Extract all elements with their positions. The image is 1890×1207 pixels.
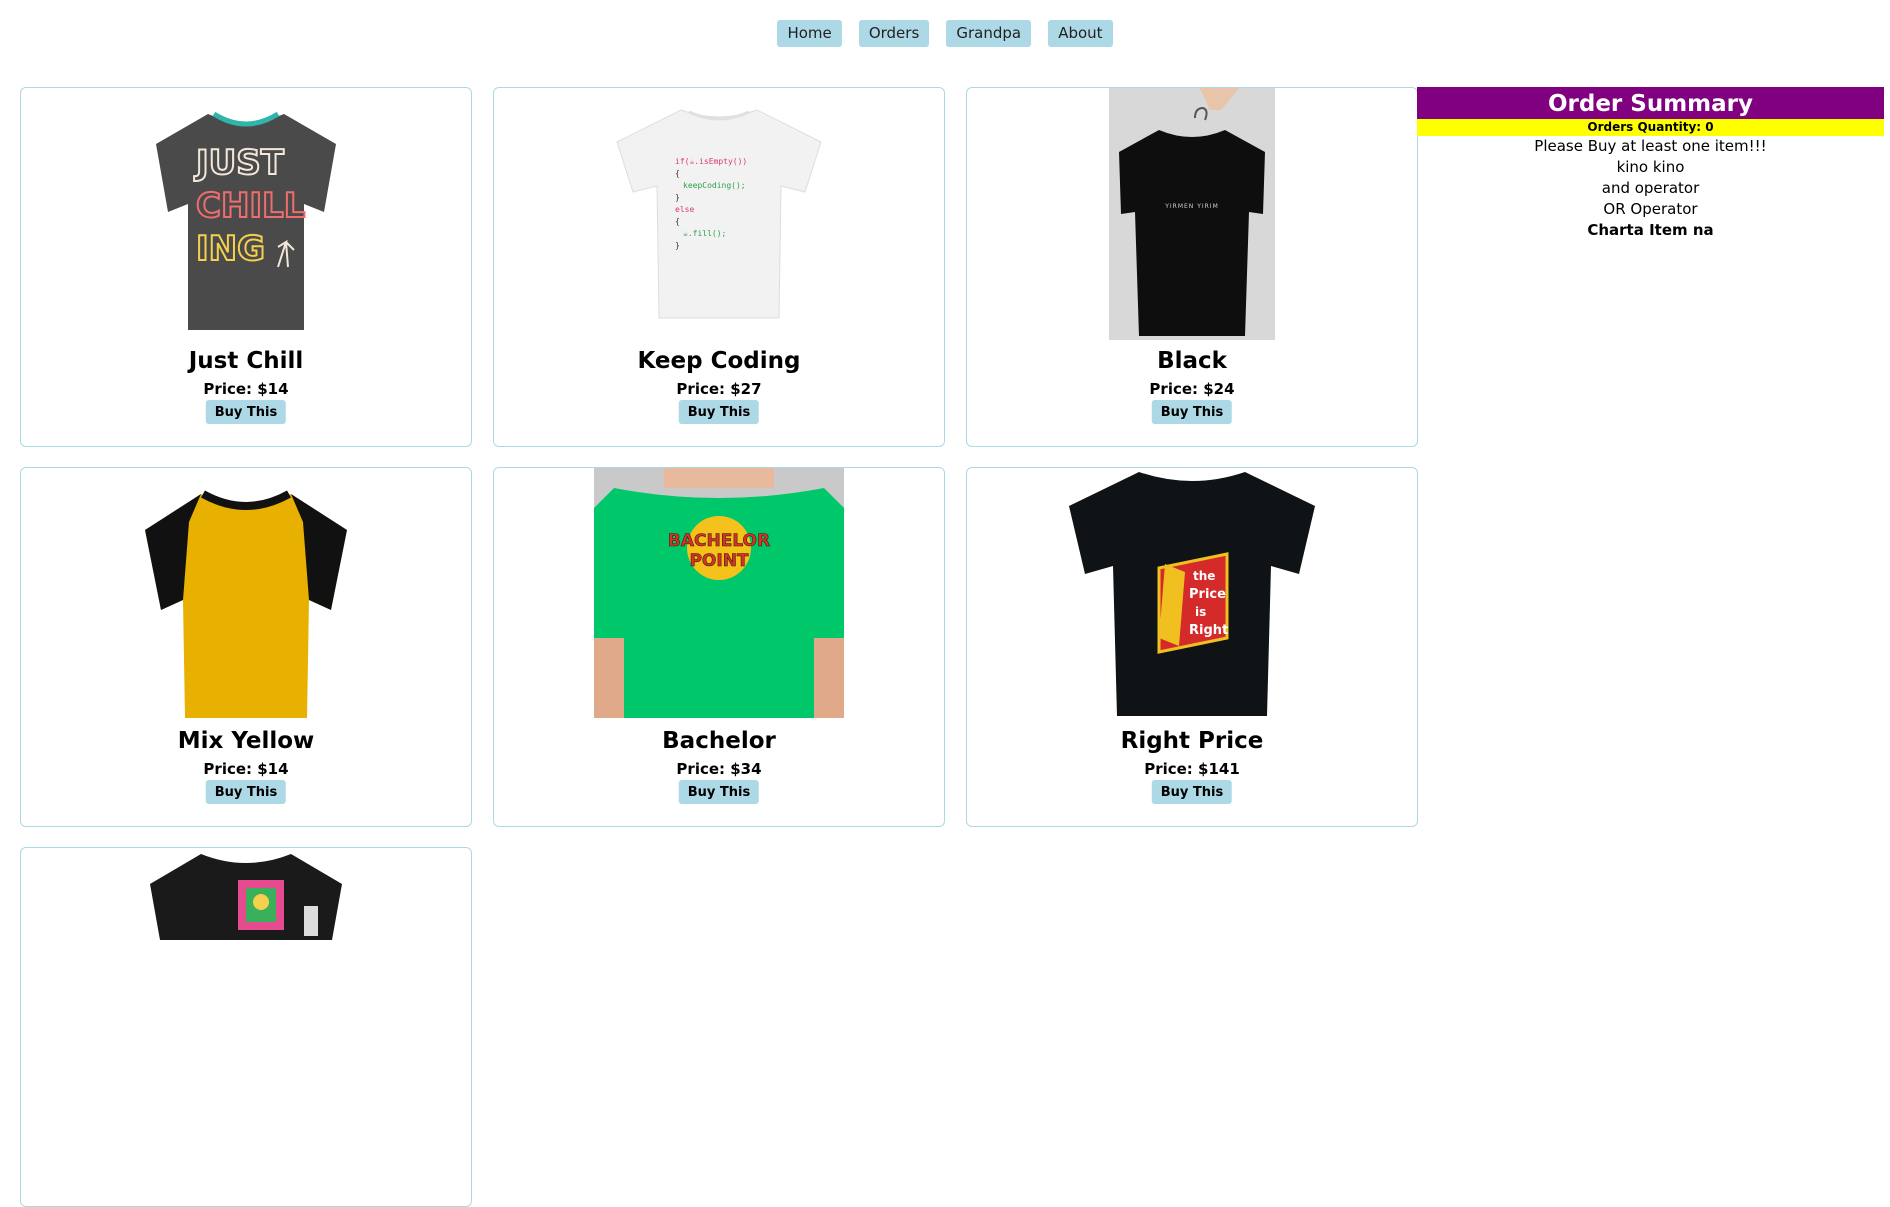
product-price: Price: $34 [676,760,762,778]
top-nav: Home Orders Grandpa About [0,20,1890,47]
product-price: Price: $141 [1144,760,1240,778]
product-image [21,848,471,1100]
buy-button[interactable]: Buy This [678,780,760,804]
summary-line: Please Buy at least one item!!! [1534,137,1767,155]
summary-line: kino kino [1616,158,1685,176]
product-title: Keep Coding [637,348,801,374]
svg-text:Right: Right [1189,623,1228,638]
svg-text:else: else [675,205,694,214]
product-title: Mix Yellow [177,728,315,754]
product-title: Bachelor [662,728,776,754]
product-card: Mix Yellow Price: $14 Buy This [20,467,472,827]
product-title: Right Price [1120,728,1264,754]
product-image: JUST CHILL ING [21,88,471,340]
product-image [21,468,471,720]
svg-text:}: } [675,193,680,202]
summary-line: OR Operator [1603,200,1698,218]
svg-text:{: { [675,169,680,178]
product-price: Price: $24 [1149,380,1235,398]
product-image: the Price is Right [967,468,1417,720]
svg-text:the: the [1193,569,1215,583]
orders-quantity: Orders Quantity: 0 [1417,119,1884,136]
product-price: Price: $27 [676,380,762,398]
buy-button[interactable]: Buy This [1151,780,1233,804]
summary-title: Order Summary [1417,87,1884,119]
svg-text:is: is [1195,605,1206,619]
buy-button[interactable]: Buy This [205,400,287,424]
nav-grandpa-button[interactable]: Grandpa [946,20,1032,47]
nav-orders-button[interactable]: Orders [858,20,930,47]
product-image: YIRMEN YIRIM [967,88,1417,340]
summary-line: and operator [1601,179,1700,197]
buy-button[interactable]: Buy This [1151,400,1233,424]
product-image: if(☕.isEmpty()) { keepCoding(); } else {… [494,88,944,340]
svg-text:POINT: POINT [689,551,748,571]
nav-about-button[interactable]: About [1048,20,1113,47]
svg-text:JUST: JUST [194,143,285,183]
product-title: Just Chill [188,348,304,374]
svg-text:}: } [675,241,680,250]
product-card: JUST CHILL ING Just Chill Price: $14 Buy… [20,87,472,447]
svg-text:BACHELOR: BACHELOR [668,531,770,551]
svg-text:keepCoding();: keepCoding(); [683,181,746,190]
svg-text:if(☕.isEmpty()): if(☕.isEmpty()) [675,157,747,166]
product-image: BACHELOR POINT [494,468,944,720]
svg-text:ING: ING [196,229,265,269]
svg-text:{: { [675,217,680,226]
svg-text:☕.fill();: ☕.fill(); [683,229,726,238]
product-card [20,847,472,1207]
summary-bold-line: Charta Item na [1587,221,1714,239]
product-price: Price: $14 [203,380,289,398]
product-card: if(☕.isEmpty()) { keepCoding(); } else {… [493,87,945,447]
product-card: YIRMEN YIRIM Black Price: $24 Buy This [966,87,1418,447]
buy-button[interactable]: Buy This [205,780,287,804]
nav-home-button[interactable]: Home [777,20,842,47]
product-card: the Price is Right Right Price Price: $1… [966,467,1418,827]
buy-button[interactable]: Buy This [678,400,760,424]
svg-text:Price: Price [1189,587,1226,602]
product-title: Black [1157,348,1227,374]
svg-text:YIRMEN YIRIM: YIRMEN YIRIM [1164,203,1219,210]
svg-text:CHILL: CHILL [196,186,305,226]
order-summary: Order Summary Orders Quantity: 0 Please … [1417,87,1884,241]
product-price: Price: $14 [203,760,289,778]
product-card: BACHELOR POINT Bachelor Price: $34 Buy T… [493,467,945,827]
